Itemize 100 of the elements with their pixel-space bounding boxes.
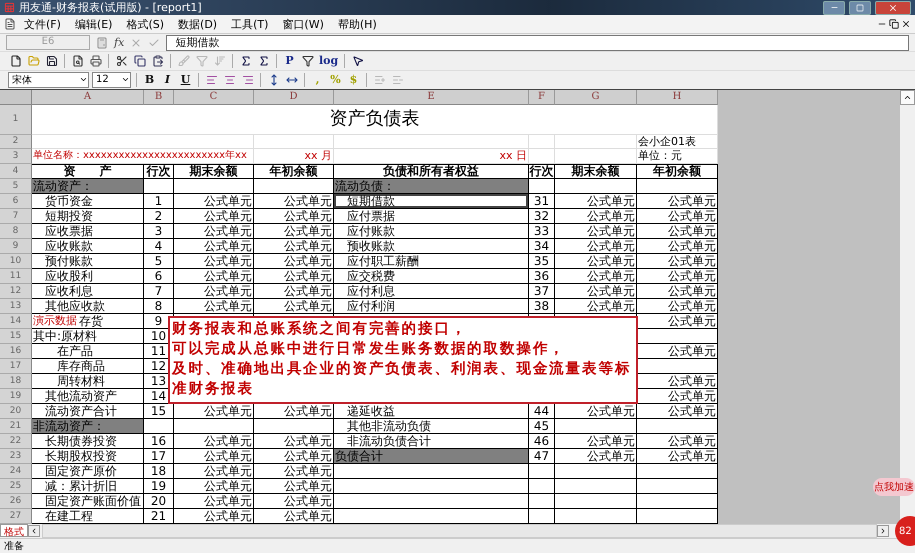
row-number: 20 [0,404,32,419]
table-cell: 流动资产： [32,178,144,194]
table-cell: 长期股权投资 [32,448,144,464]
table-cell: 应收账款 [32,238,144,254]
cell-text: 存货 [79,314,103,327]
close-button[interactable] [875,0,911,15]
table-cell: 应付利润 [334,298,529,314]
scroll-left-button[interactable] [28,524,40,537]
table-cell: 公式单元 [555,284,637,299]
select-all-corner[interactable] [0,90,32,105]
menu-item[interactable]: 窗口(W) [276,16,330,32]
column-header[interactable]: C [174,90,254,105]
menu-item[interactable]: 数据(D) [172,16,224,32]
table-cell: 应交税费 [334,268,529,284]
table-cell: 库存商品 [32,358,144,374]
function-button[interactable]: fx [114,36,124,50]
table-cell: 预付账款 [32,254,144,269]
app-icon [4,2,15,14]
table-cell: 公式单元 [174,224,254,239]
table-cell: 在产品 [32,344,144,359]
table-cell: 公式单元 [555,434,637,449]
table-cell: 预收账款 [334,238,529,254]
calculator-icon[interactable] [96,36,108,49]
column-header[interactable]: D [254,90,334,105]
size-select[interactable]: 12 [92,72,131,88]
restore-icon[interactable] [889,19,899,30]
column-header[interactable]: H [637,90,718,105]
funnel-button[interactable] [300,53,315,68]
row-number: 8 [0,224,32,239]
table-cell: 公式单元 [555,208,637,224]
table-cell: 会小企01表 [637,134,718,149]
table-cell: 公式单元 [555,298,637,314]
table-cell: 47 [529,448,555,464]
table-cell: 单位：元 [637,148,718,164]
column-header[interactable]: G [555,90,637,105]
horizontal-scrollbar[interactable] [42,524,877,538]
row-number: 15 [0,328,32,344]
bold-button[interactable]: B [142,72,157,88]
text-tool-button[interactable]: log [318,53,340,68]
table-cell: 5 [144,254,174,269]
menu-item[interactable]: 工具(T) [225,16,274,32]
menu-item[interactable]: 文件(F) [18,16,67,32]
table-cell: 公式单元 [254,434,334,449]
open-folder-icon [28,54,40,67]
menu-item[interactable]: 编辑(E) [68,16,118,32]
table-cell: 公式单元 [637,284,718,299]
row-number: 10 [0,254,32,269]
column-header[interactable]: F [529,90,555,105]
table-cell: 应收股利 [32,268,144,284]
table-cell: 非流动资产： [32,418,144,434]
table-cell: 1 [144,194,174,209]
table-cell: 公式单元 [555,254,637,269]
print-button[interactable] [88,53,103,68]
table-cell: 公式单元 [174,194,254,209]
table-cell: 周转材料 [32,374,144,389]
table-cell: 公式单元 [555,194,637,209]
table-cell: 公式单元 [174,254,254,269]
count-badge[interactable]: 82 [895,516,915,546]
speed-up-bubble[interactable]: 点我加速 [873,478,915,496]
row-number: 18 [0,374,32,389]
table-cell: 公式单元 [174,284,254,299]
scroll-right-button[interactable] [877,524,889,537]
minimize-button[interactable] [823,0,845,15]
sheet-tab[interactable]: 格式 [0,524,28,538]
column-header[interactable]: E [334,90,529,105]
menu-item[interactable]: 格式(S) [120,16,170,32]
text-tool-button[interactable]: P [282,53,297,68]
table-cell: 公式单元 [254,268,334,284]
table-cell: 应付账款 [334,224,529,239]
table-cell: 公式单元 [254,208,334,224]
row-number: 1 [0,104,32,135]
row-number: 19 [0,388,32,404]
close-icon[interactable] [901,19,911,30]
table-cell: 公式单元 [637,434,718,449]
maximize-button[interactable] [849,0,871,15]
sum-down-icon [258,54,270,67]
report-title: 资产负债表 [330,110,420,128]
empty-cell [529,148,555,164]
table-cell: 单位名称：xxxxxxxxxxxxxxxxxxxxxxxx年xx [32,148,254,164]
column-header[interactable]: A [32,90,144,105]
save-button[interactable] [44,53,59,68]
status-text: 准备 [4,540,24,553]
close-icon [888,2,898,13]
formula-input[interactable]: 短期借款 [166,34,909,51]
italic-button[interactable]: I [160,72,175,88]
column-header[interactable]: B [144,90,174,105]
table-cell: 公式单元 [254,254,334,269]
table-cell: 37 [529,284,555,299]
copy-button[interactable] [132,53,147,68]
table-cell: 45 [529,418,555,434]
table-cell: 应付利息 [334,284,529,299]
table-cell: 公式单元 [174,298,254,314]
underline-button[interactable]: U [178,72,193,88]
table-cell: 其他流动资产 [32,388,144,404]
menu-item[interactable]: 帮助(H) [332,16,383,32]
row-number: 2 [0,134,32,149]
table-cell: 固定资产原价 [32,464,144,479]
table-cell: 4 [144,238,174,254]
cut-button[interactable] [114,53,129,68]
font-select[interactable]: 宋体 [8,72,89,88]
